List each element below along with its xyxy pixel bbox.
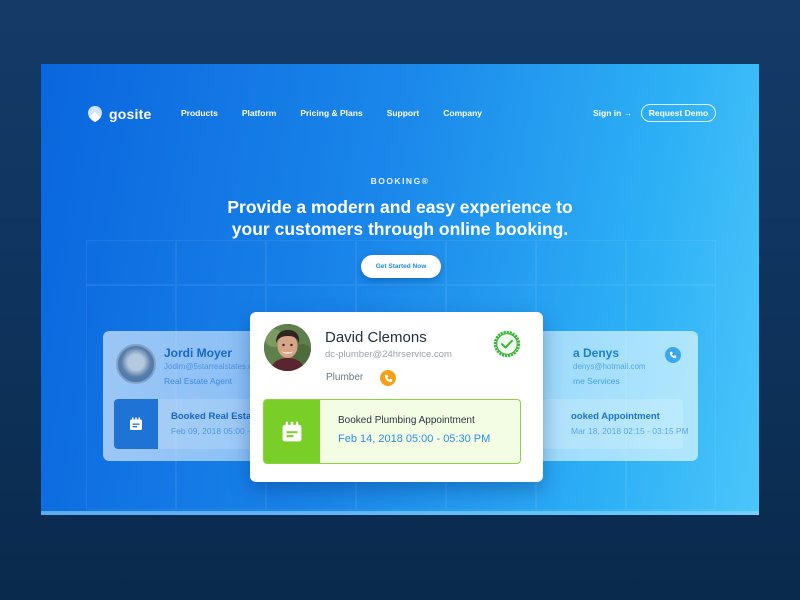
booking-item[interactable]: Booked Plumbing Appointment Feb 14, 2018… xyxy=(263,399,521,464)
top-nav: gosite Products Platform Pricing & Plans… xyxy=(41,64,759,164)
booking-title: Booked Real Estate Appointment xyxy=(171,411,251,422)
request-demo-button[interactable]: Request Demo xyxy=(641,104,716,122)
booking-title: ooked Appointment xyxy=(571,411,660,422)
sign-in-link[interactable]: Sign in → xyxy=(593,108,632,118)
booking-title: Booked Plumbing Appointment xyxy=(338,415,475,426)
customer-name: David Clemons xyxy=(325,329,427,346)
calendar-icon xyxy=(114,399,158,449)
nav-link-platform[interactable]: Platform xyxy=(242,108,276,118)
brand-logo[interactable]: gosite xyxy=(87,105,151,123)
customer-role: Real Estate Agent xyxy=(164,376,233,386)
customer-name: Jordi Moyer xyxy=(164,346,233,360)
hero-section: gosite Products Platform Pricing & Plans… xyxy=(41,64,759,515)
phone-icon[interactable] xyxy=(665,347,681,363)
calendar-icon xyxy=(264,400,320,463)
nav-links: Products Platform Pricing & Plans Suppor… xyxy=(181,108,506,118)
check-badge-icon xyxy=(493,330,521,358)
customer-card-featured: David Clemons dc-plumber@24hrservice.com… xyxy=(250,312,543,482)
customer-role: Plumber xyxy=(326,372,364,383)
customer-card-right: a Denys denys@hotmail.com me Services oo… xyxy=(543,331,698,461)
booking-item: ooked Appointment Mar 18, 2018 02:15 - 0… xyxy=(543,399,689,449)
nav-link-support[interactable]: Support xyxy=(387,108,420,118)
customer-card-left: Jordi Moyer Jodim@5starrealstates.com Re… xyxy=(103,331,251,461)
nav-link-products[interactable]: Products xyxy=(181,108,218,118)
section-eyebrow: BOOKING® xyxy=(370,176,430,186)
nav-link-company[interactable]: Company xyxy=(443,108,482,118)
booking-item: Booked Real Estate Appointment Feb 09, 2… xyxy=(114,399,251,449)
get-started-button[interactable]: Get Started Now xyxy=(361,255,441,278)
customer-email: denys@hotmail.com xyxy=(573,362,646,371)
phone-icon[interactable] xyxy=(380,370,396,386)
customer-email: dc-plumber@24hrservice.com xyxy=(325,349,452,360)
customer-card-left-bg: Jordi Moyer Jodim@5starrealstates.com Re… xyxy=(103,331,251,461)
nav-link-pricing[interactable]: Pricing & Plans xyxy=(300,108,362,118)
headline-line-2: your customers through online booking. xyxy=(231,219,569,239)
hero-headline: Provide a modern and easy experience to … xyxy=(41,196,759,240)
avatar xyxy=(116,344,156,384)
booking-date: Mar 18, 2018 02:15 - 03:15 PM xyxy=(571,426,689,436)
customer-role: me Services xyxy=(573,376,620,386)
headline-line-1: Provide a modern and easy experience to xyxy=(227,197,573,217)
brand-name: gosite xyxy=(109,106,152,122)
booking-date: Feb 09, 2018 05:00 - 06:00 PM xyxy=(171,426,251,436)
gosite-logo-icon xyxy=(87,105,103,123)
customer-email: Jodim@5starrealstates.com xyxy=(164,362,251,371)
customer-card-right-bg: a Denys denys@hotmail.com me Services oo… xyxy=(543,331,698,461)
customer-name: a Denys xyxy=(573,346,620,360)
avatar xyxy=(264,324,311,371)
booking-date: Feb 14, 2018 05:00 - 05:30 PM xyxy=(338,433,491,445)
